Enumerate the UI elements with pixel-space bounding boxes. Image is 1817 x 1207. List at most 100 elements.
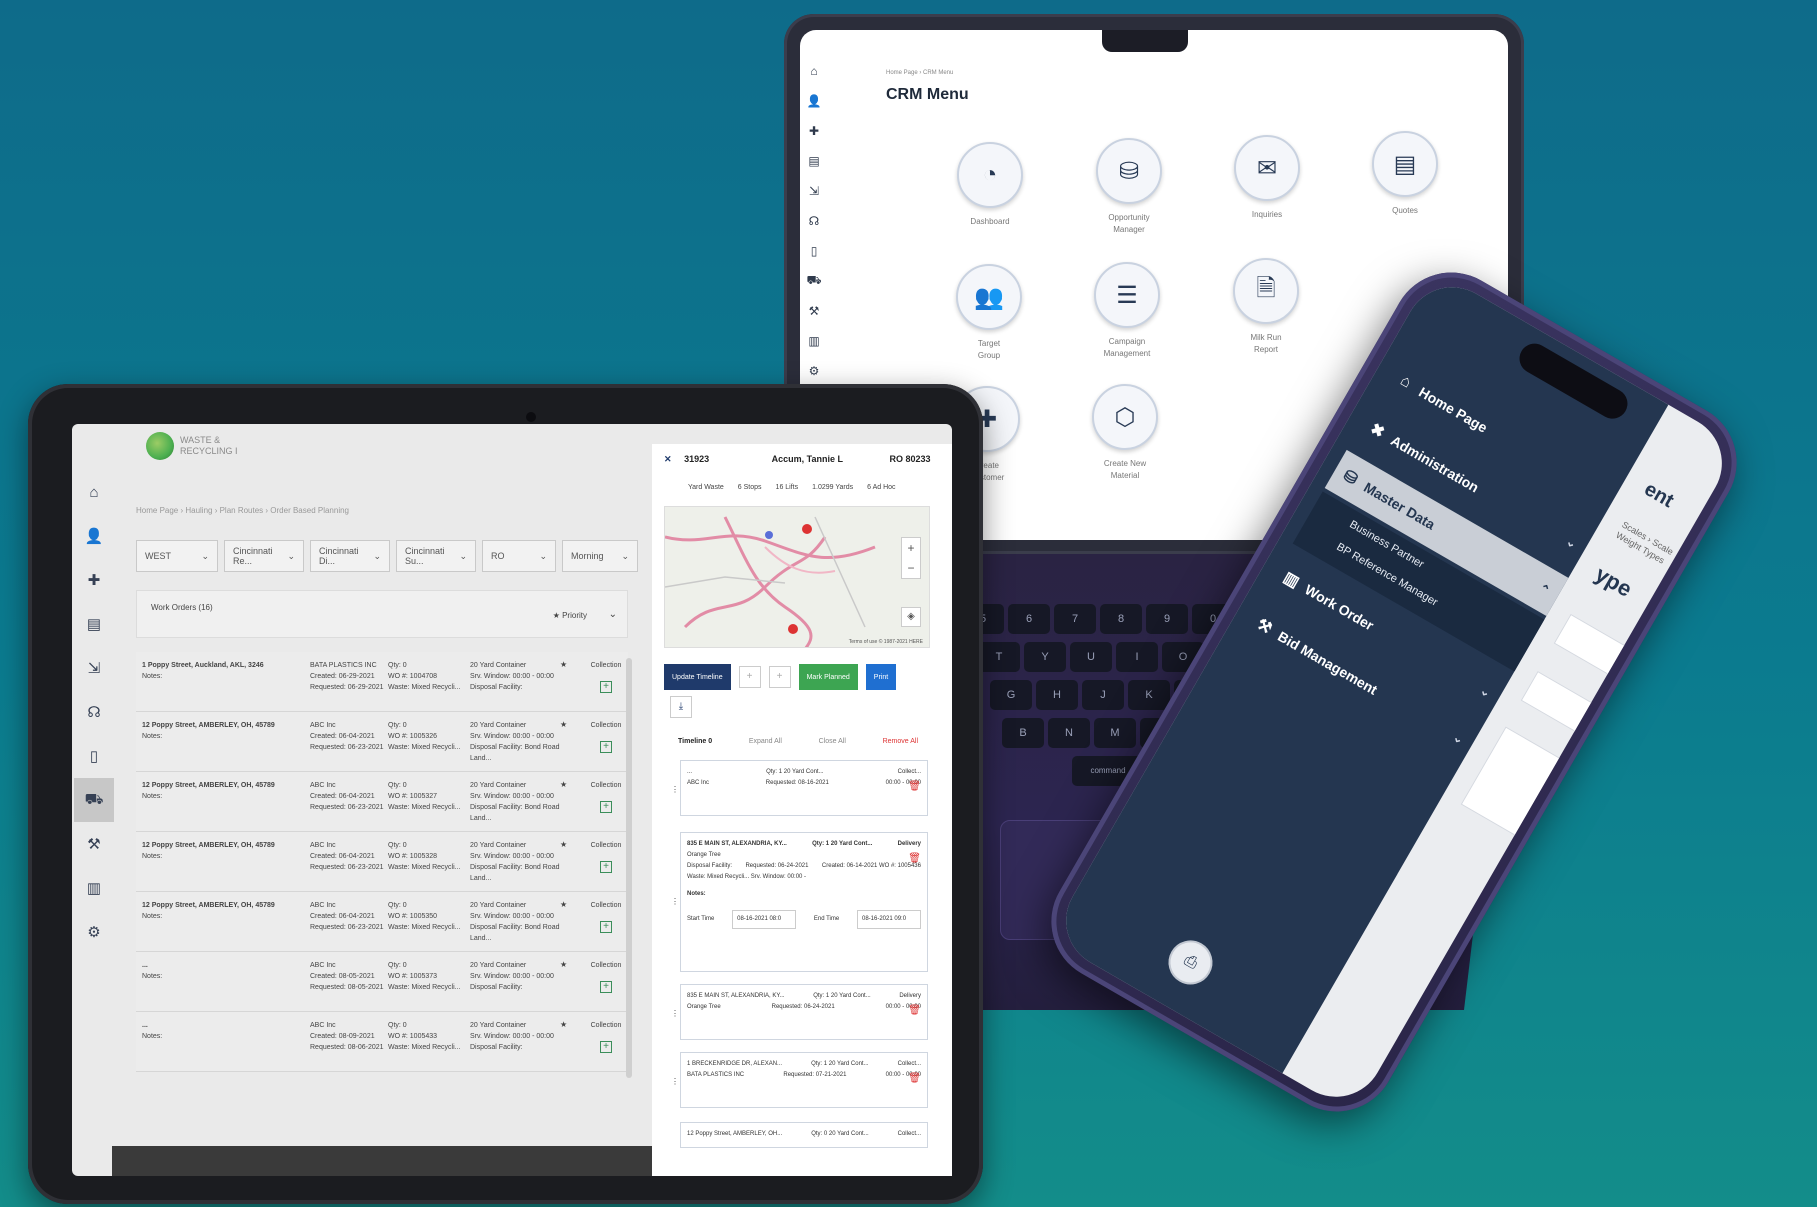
users-gear-icon[interactable]: ⚙: [74, 910, 114, 954]
add-to-route-icon[interactable]: +: [600, 861, 612, 873]
table-row[interactable]: 12 Poppy Street, AMBERLEY, OH, 45789 Note…: [136, 712, 628, 772]
table-row[interactable]: ... Notes: ABC Inc Created: 08-09-2021 Reque…: [136, 1012, 628, 1072]
crm-tile-create-new-material[interactable]: ⬡ Create New Material: [1070, 384, 1180, 482]
star-icon[interactable]: ★: [560, 840, 567, 849]
home-icon[interactable]: ⌂: [74, 470, 114, 514]
division-select[interactable]: Cincinnati Re... ⌄: [224, 540, 304, 572]
crm-tile-campaign-management[interactable]: ☰ Campaign Management: [1072, 262, 1182, 360]
table-row[interactable]: 12 Poppy Street, AMBERLEY, OH, 45789 Note…: [136, 892, 628, 952]
row-waste: Waste: Mixed Recycli...: [388, 864, 461, 871]
add-to-route-icon[interactable]: +: [600, 981, 612, 993]
add-icon[interactable]: +: [738, 666, 761, 688]
trash-icon[interactable]: 🗑: [908, 1073, 921, 1084]
star-icon[interactable]: ★: [560, 900, 567, 909]
shift-select[interactable]: Morning ⌄: [562, 540, 638, 572]
drag-handle-icon[interactable]: ⋮: [671, 897, 679, 906]
user-settings-icon[interactable]: 👤: [800, 86, 828, 116]
inbox-tray-icon[interactable]: ⎙: [1160, 932, 1221, 993]
route-stat: Yard Waste: [688, 484, 724, 491]
truck-icon[interactable]: ⛟: [74, 778, 114, 822]
page-title-partial: ent: [1640, 478, 1678, 513]
truck-icon[interactable]: ⛟: [800, 266, 828, 296]
region-select[interactable]: WEST ⌄: [136, 540, 218, 572]
service-type-select[interactable]: RO ⌄: [482, 540, 556, 572]
crm-tile-dashboard[interactable]: ◔ Dashboard: [935, 142, 1045, 228]
headset-icon[interactable]: ☊: [800, 206, 828, 236]
mark-planned-button[interactable]: Mark Planned: [798, 664, 858, 690]
district-select[interactable]: Cincinnati Di... ⌄: [310, 540, 390, 572]
user-settings-icon[interactable]: 👤: [74, 514, 114, 558]
file-export-icon[interactable]: ⇲: [74, 646, 114, 690]
chevron-down-icon: ⌄: [287, 550, 295, 561]
close-icon[interactable]: ✕: [664, 454, 672, 464]
file-icon[interactable]: ▯: [74, 734, 114, 778]
star-icon[interactable]: ★: [560, 780, 567, 789]
table-row[interactable]: 12 Poppy Street, AMBERLEY, OH, 45789 Note…: [136, 772, 628, 832]
table-row[interactable]: 1 Poppy Street, Auckland, AKL, 3246 Notes…: [136, 652, 628, 712]
expand-all-link[interactable]: Expand All: [749, 738, 782, 745]
download-icon[interactable]: ⤓: [670, 696, 692, 718]
update-timeline-button[interactable]: Update Timeline: [664, 664, 731, 690]
add-user-icon[interactable]: ✚: [800, 116, 828, 146]
add-user-icon[interactable]: ✚: [74, 558, 114, 602]
add-to-route-icon[interactable]: +: [600, 801, 612, 813]
users-gear-icon[interactable]: ⚙: [800, 356, 828, 386]
key: B: [1002, 718, 1044, 748]
card-address: 1 BRECKENRIDGE DR, ALEXAN...: [687, 1061, 783, 1067]
end-time-input[interactable]: 08-16-2021 09:0: [857, 910, 921, 929]
add-to-route-icon[interactable]: +: [600, 741, 612, 753]
section-title-partial: ype: [1590, 561, 1637, 602]
priority-sort[interactable]: ★ Priority: [553, 611, 587, 620]
gavel-icon[interactable]: ⚒: [800, 296, 828, 326]
crm-tile-inquiries[interactable]: ✉ Inquiries: [1212, 135, 1322, 221]
crm-tile-milk-run-report[interactable]: 🗎 Milk Run Report: [1211, 258, 1321, 356]
remove-all-link[interactable]: Remove All: [883, 738, 918, 745]
crm-tile-label: Quotes: [1392, 206, 1418, 215]
table-row[interactable]: ... Notes: ABC Inc Created: 08-05-2021 Reque…: [136, 952, 628, 1012]
pdf-icon[interactable]: ▤: [74, 602, 114, 646]
start-time-input[interactable]: 08-16-2021 08:0: [732, 910, 797, 929]
crm-tile-quotes[interactable]: ▤ Quotes: [1350, 131, 1460, 217]
document-icon[interactable]: ▤: [800, 146, 828, 176]
add-to-route-icon[interactable]: +: [600, 1041, 612, 1053]
timeline-card[interactable]: 12 Poppy Street, AMBERLEY, OH... Qty: 0 2…: [680, 1122, 928, 1148]
card-company: BATA PLASTICS INC: [687, 1072, 745, 1078]
add-icon[interactable]: +: [768, 666, 791, 688]
add-to-route-icon[interactable]: +: [600, 681, 612, 693]
print-button[interactable]: Print: [865, 664, 897, 690]
crm-tile-target-group[interactable]: 👥 Target Group: [934, 264, 1044, 362]
zoom-out-button[interactable]: −: [902, 558, 920, 578]
timeline-card[interactable]: ⋮ ... Qty: 1 20 Yard Cont... Collect... AB…: [671, 760, 928, 816]
trash-icon[interactable]: 🗑: [908, 853, 921, 864]
file-export-icon[interactable]: ⇲: [800, 176, 828, 206]
site-select[interactable]: Cincinnati Su... ⌄: [396, 540, 476, 572]
file-icon[interactable]: ▯: [800, 236, 828, 266]
timeline-card[interactable]: ⋮ 835 E MAIN ST, ALEXANDRIA, KY... Qty: 1…: [671, 984, 928, 1040]
close-all-link[interactable]: Close All: [819, 738, 846, 745]
trash-icon[interactable]: 🗑: [908, 1005, 921, 1016]
home-icon[interactable]: ⌂: [800, 56, 828, 86]
clipboard-icon[interactable]: ▥: [800, 326, 828, 356]
chevron-down-icon[interactable]: ⌄: [609, 609, 617, 620]
add-to-route-icon[interactable]: +: [600, 921, 612, 933]
clipboard-icon[interactable]: ▥: [74, 866, 114, 910]
crm-tile-opportunity-manager[interactable]: ⛁ Opportunity Manager: [1074, 138, 1184, 236]
headset-icon[interactable]: ☊: [74, 690, 114, 734]
route-map[interactable]: + − ◈ Terms of use © 1987-2021 HERE: [664, 506, 930, 648]
drag-handle-icon[interactable]: ⋮: [671, 1077, 679, 1086]
table-row[interactable]: 12 Poppy Street, AMBERLEY, OH, 45789 Note…: [136, 832, 628, 892]
drag-handle-icon[interactable]: ⋮: [671, 785, 679, 794]
layers-icon[interactable]: ◈: [901, 607, 921, 627]
star-icon[interactable]: ★: [560, 720, 567, 729]
work-orders-header: Work Orders (16) ★ Priority ⌄: [136, 590, 628, 638]
star-icon[interactable]: ★: [560, 960, 567, 969]
timeline-card-expanded[interactable]: ⋮ 835 E MAIN ST, ALEXANDRIA, KY... Qty: 1…: [671, 832, 928, 972]
gavel-icon[interactable]: ⚒: [74, 822, 114, 866]
zoom-in-button[interactable]: +: [902, 538, 920, 558]
timeline-card[interactable]: ⋮ 1 BRECKENRIDGE DR, ALEXAN... Qty: 1 20 …: [671, 1052, 928, 1108]
trash-icon[interactable]: 🗑: [908, 781, 921, 792]
scrollbar[interactable]: [626, 658, 632, 1078]
star-icon[interactable]: ★: [560, 1020, 567, 1029]
drag-handle-icon[interactable]: ⋮: [671, 1009, 679, 1018]
star-icon[interactable]: ★: [560, 660, 567, 669]
